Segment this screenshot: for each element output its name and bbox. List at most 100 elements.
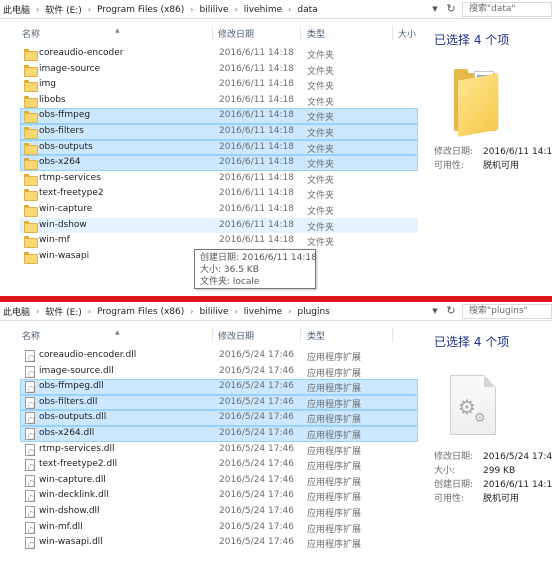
folder-icon <box>24 142 38 155</box>
column-divider[interactable] <box>392 26 393 40</box>
list-item[interactable]: text-freetype2.dll 2016/5/24 17:46 应用程序扩展 <box>20 457 418 473</box>
list-item[interactable]: win-capture 2016/6/11 14:18 文件夹 <box>20 202 418 218</box>
list-item[interactable]: image-source 2016/6/11 14:18 文件夹 <box>20 62 418 78</box>
file-name: obs-x264.dll <box>39 427 95 438</box>
chevron-right-icon[interactable]: › <box>36 307 39 316</box>
column-divider[interactable] <box>212 26 213 40</box>
breadcrumb-drive-e[interactable]: 软件 (E:) <box>44 3 83 16</box>
list-item[interactable]: win-decklink.dll 2016/5/24 17:46 应用程序扩展 <box>20 488 418 504</box>
item-tooltip: 创建日期: 2016/6/11 14:18 大小: 36.5 KB 文件夹: l… <box>194 249 317 289</box>
file-date: 2016/5/24 17:46 <box>219 412 294 423</box>
file-type: 文件夹 <box>307 175 335 186</box>
file-type: 应用程序扩展 <box>307 540 362 551</box>
file-name: obs-ffmpeg <box>39 110 91 121</box>
list-item[interactable]: rtmp-services.dll 2016/5/24 17:46 应用程序扩展 <box>20 442 418 458</box>
breadcrumb-plugins[interactable]: plugins <box>296 307 331 317</box>
detail-modified: 修改日期: 2016/6/11 14:18 <box>434 147 552 157</box>
chevron-right-icon[interactable]: › <box>88 307 91 316</box>
list-item[interactable]: rtmp-services 2016/6/11 14:18 文件夹 <box>20 171 418 187</box>
chevron-right-icon[interactable]: › <box>288 307 291 316</box>
detail-availability: 可用性: 脱机可用 <box>434 494 520 504</box>
list-item[interactable]: coreaudio-encoder 2016/6/11 14:18 文件夹 <box>20 46 418 62</box>
file-name: coreaudio-encoder <box>39 48 124 58</box>
column-divider[interactable] <box>300 26 301 40</box>
list-item[interactable]: obs-ffmpeg 2016/6/11 14:18 文件夹 <box>20 108 418 124</box>
column-divider[interactable] <box>212 328 213 342</box>
list-item[interactable]: coreaudio-encoder.dll 2016/5/24 17:46 应用程序… <box>20 348 418 364</box>
file-name: img <box>39 79 56 90</box>
list-item[interactable]: image-source.dll 2016/5/24 17:46 应用程序扩展 <box>20 364 418 380</box>
breadcrumb-bililive[interactable]: bililive <box>198 5 229 15</box>
explorer-pane-plugins: 此电脑 › 软件 (E:) › Program Files (x86) › bi… <box>0 302 552 568</box>
file-type: 应用程序扩展 <box>307 508 362 519</box>
file-date: 2016/5/24 17:46 <box>219 537 294 548</box>
chevron-right-icon[interactable]: › <box>235 5 238 14</box>
column-header-type[interactable]: 类型 <box>307 27 325 40</box>
chevron-right-icon[interactable]: › <box>88 5 91 14</box>
folder-icon <box>24 111 38 124</box>
breadcrumb-program-files[interactable]: Program Files (x86) <box>96 5 185 15</box>
breadcrumb-livehime[interactable]: livehime <box>243 5 283 15</box>
chevron-right-icon[interactable]: › <box>36 5 39 14</box>
refresh-icon[interactable]: ↻ <box>444 1 458 17</box>
list-item[interactable]: win-wasapi.dll 2016/5/24 17:46 应用程序扩展 <box>20 535 418 551</box>
column-divider[interactable] <box>300 328 301 342</box>
column-header-date[interactable]: 修改日期 <box>218 27 254 40</box>
list-item[interactable]: text-freetype2 2016/6/11 14:18 文件夹 <box>20 186 418 202</box>
address-bar[interactable]: 此电脑 › 软件 (E:) › Program Files (x86) › bi… <box>0 302 552 321</box>
file-name: rtmp-services <box>39 172 101 183</box>
list-item[interactable]: obs-x264 2016/6/11 14:18 文件夹 <box>20 155 418 171</box>
column-header-size[interactable]: 大小 <box>398 27 416 40</box>
list-item[interactable]: win-mf 2016/6/11 14:18 文件夹 <box>20 233 418 249</box>
folder-icon <box>24 173 38 186</box>
breadcrumb-this-pc[interactable]: 此电脑 <box>2 305 31 318</box>
chevron-right-icon[interactable]: › <box>190 5 193 14</box>
breadcrumb-program-files[interactable]: Program Files (x86) <box>96 307 185 317</box>
column-divider[interactable] <box>392 328 393 342</box>
file-type: 文件夹 <box>307 191 335 202</box>
list-item[interactable]: win-capture.dll 2016/5/24 17:46 应用程序扩展 <box>20 473 418 489</box>
column-header-date[interactable]: 修改日期 <box>218 329 254 342</box>
breadcrumb-bililive[interactable]: bililive <box>198 307 229 317</box>
search-input[interactable]: 搜索"data" <box>462 2 552 17</box>
breadcrumb-drive-e[interactable]: 软件 (E:) <box>44 305 83 318</box>
column-header-type[interactable]: 类型 <box>307 329 325 342</box>
list-item[interactable]: libobs 2016/6/11 14:18 文件夹 <box>20 93 418 109</box>
chevron-right-icon[interactable]: › <box>288 5 291 14</box>
list-item[interactable]: obs-x264.dll 2016/5/24 17:46 应用程序扩展 <box>20 425 418 442</box>
breadcrumb-this-pc[interactable]: 此电脑 <box>2 3 31 16</box>
list-item[interactable]: win-mf.dll 2016/5/24 17:46 应用程序扩展 <box>20 520 418 536</box>
breadcrumb-livehime[interactable]: livehime <box>243 307 283 317</box>
dll-file-icon: ⚙ ⚙ <box>450 375 502 441</box>
file-name: text-freetype2 <box>39 188 104 199</box>
sort-arrow-icon: ▲ <box>115 329 120 336</box>
list-item[interactable]: obs-filters.dll 2016/5/24 17:46 应用程序扩展 <box>20 394 418 411</box>
folder-icon <box>24 236 38 249</box>
file-type: 应用程序扩展 <box>307 368 362 379</box>
list-item[interactable]: obs-outputs 2016/6/11 14:18 文件夹 <box>20 139 418 156</box>
list-item[interactable]: img 2016/6/11 14:18 文件夹 <box>20 77 418 93</box>
file-date: 2016/5/24 17:46 <box>219 521 294 532</box>
dll-file-icon <box>25 537 35 550</box>
list-item[interactable]: win-dshow 2016/6/11 14:18 文件夹 <box>20 217 418 234</box>
chevron-right-icon[interactable]: › <box>235 307 238 316</box>
column-header-name[interactable]: 名称 <box>22 329 40 342</box>
column-header-name[interactable]: 名称 <box>22 27 40 40</box>
chevron-down-icon[interactable]: ▼ <box>429 2 441 16</box>
chevron-right-icon[interactable]: › <box>190 307 193 316</box>
file-date: 2016/6/11 14:18 <box>219 203 294 214</box>
address-bar[interactable]: 此电脑 › 软件 (E:) › Program Files (x86) › bi… <box>0 0 552 19</box>
file-type: 应用程序扩展 <box>307 399 362 410</box>
search-input[interactable]: 搜索"plugins" <box>462 304 552 319</box>
list-item[interactable]: win-dshow.dll 2016/5/24 17:46 应用程序扩展 <box>20 504 418 520</box>
list-item[interactable]: obs-ffmpeg.dll 2016/5/24 17:46 应用程序扩展 <box>20 379 418 395</box>
chevron-down-icon[interactable]: ▼ <box>429 304 441 318</box>
dll-file-icon <box>25 521 35 534</box>
list-item[interactable]: obs-outputs.dll 2016/5/24 17:46 应用程序扩展 <box>20 410 418 426</box>
file-type: 应用程序扩展 <box>307 446 362 457</box>
breadcrumb-data[interactable]: data <box>296 5 318 15</box>
file-date: 2016/6/11 14:18 <box>219 235 294 246</box>
list-item[interactable]: obs-filters 2016/6/11 14:18 文件夹 <box>20 123 418 140</box>
refresh-icon[interactable]: ↻ <box>444 303 458 319</box>
gear-icon: ⚙ <box>474 411 486 426</box>
